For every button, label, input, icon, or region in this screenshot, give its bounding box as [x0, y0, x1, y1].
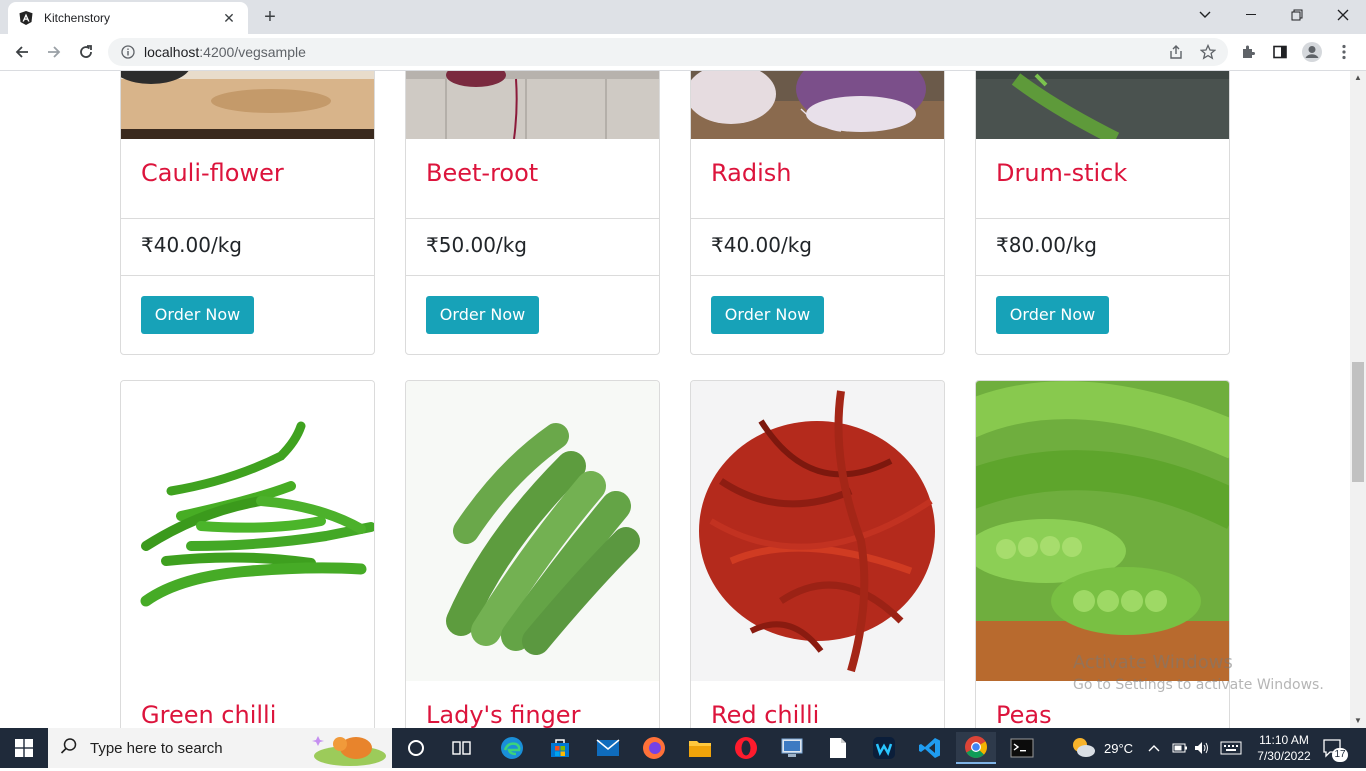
product-card: Lady's finger — [405, 380, 660, 728]
ladys-finger-image — [406, 381, 659, 681]
address-bar[interactable]: localhost:4200/vegsample — [108, 38, 1228, 66]
chevron-up-icon[interactable] — [1148, 728, 1160, 768]
minimize-icon[interactable] — [1228, 0, 1274, 30]
order-now-button[interactable]: Order Now — [996, 296, 1109, 334]
firefox-icon[interactable] — [634, 732, 674, 764]
search-icon — [60, 737, 78, 760]
product-name: Radish — [711, 159, 792, 187]
product-card: Drum-stick ₹80.00/kg Order Now — [975, 71, 1230, 355]
windows-taskbar: Type here to search 29°C 11:10 AM 7/30/2… — [0, 728, 1366, 768]
product-name: Drum-stick — [996, 159, 1128, 187]
notification-center-icon[interactable]: 17 — [1322, 728, 1348, 768]
chrome-icon[interactable] — [956, 732, 996, 764]
mail-icon[interactable] — [588, 732, 628, 764]
red-chilli-image — [691, 381, 944, 681]
reload-icon[interactable] — [72, 38, 100, 66]
side-panel-icon[interactable] — [1268, 40, 1292, 64]
bookmark-star-icon[interactable] — [1196, 40, 1220, 64]
new-tab-icon[interactable]: + — [258, 6, 282, 28]
product-name: Cauli-flower — [141, 159, 284, 187]
share-icon[interactable] — [1164, 40, 1188, 64]
watermark-title: Activate Windows — [1073, 652, 1233, 673]
cauliflower-image — [121, 71, 374, 139]
scrollbar-thumb[interactable] — [1352, 362, 1364, 482]
volume-icon[interactable] — [1194, 728, 1210, 768]
close-window-icon[interactable] — [1320, 0, 1366, 30]
extensions-icon[interactable] — [1236, 40, 1260, 64]
weather-temp: 29°C — [1104, 740, 1134, 756]
clock[interactable]: 11:10 AM 7/30/2022 — [1252, 728, 1316, 768]
edge-icon[interactable] — [492, 732, 532, 764]
battery-icon[interactable] — [1172, 728, 1188, 768]
opera-icon[interactable] — [726, 732, 766, 764]
browser-tab[interactable]: Kitchenstory ✕ — [8, 2, 248, 34]
product-price: ₹40.00/kg — [691, 219, 944, 276]
weather-widget[interactable]: 29°C — [1070, 728, 1133, 768]
notification-count: 17 — [1332, 748, 1348, 762]
webex-icon[interactable] — [864, 732, 904, 764]
menu-kebab-icon[interactable] — [1332, 40, 1356, 64]
clock-time: 11:10 AM — [1259, 733, 1309, 747]
keyboard-icon[interactable] — [1220, 728, 1242, 768]
order-now-button[interactable]: Order Now — [711, 296, 824, 334]
weather-icon — [1070, 736, 1096, 761]
product-name: Beet-root — [426, 159, 539, 187]
product-card: Green chilli — [120, 380, 375, 728]
taskbar-search-box[interactable]: Type here to search — [48, 728, 392, 768]
activate-windows-watermark: Activate Windows Go to Settings to activ… — [1073, 652, 1324, 693]
back-icon[interactable] — [8, 38, 36, 66]
radish-image — [691, 71, 944, 139]
order-now-button[interactable]: Order Now — [141, 296, 254, 334]
scroll-down-icon[interactable]: ▼ — [1350, 714, 1366, 728]
tab-title: Kitchenstory — [44, 11, 111, 25]
product-card: Red chilli — [690, 380, 945, 728]
forward-icon[interactable] — [40, 38, 68, 66]
search-highlight-icon — [310, 730, 388, 771]
browser-toolbar: localhost:4200/vegsample — [0, 34, 1366, 71]
product-name: Lady's finger — [426, 701, 581, 728]
notepad-icon[interactable] — [818, 732, 858, 764]
peas-image — [976, 381, 1229, 681]
product-name: Green chilli — [141, 701, 277, 728]
product-name: Peas — [996, 701, 1052, 728]
product-name: Red chilli — [711, 701, 820, 728]
browser-tabstrip: Kitchenstory ✕ + — [0, 0, 1366, 34]
angular-icon — [18, 10, 34, 26]
watermark-subtitle: Go to Settings to activate Windows. — [1073, 677, 1324, 693]
scroll-up-icon[interactable]: ▲ — [1350, 71, 1366, 85]
remote-desktop-icon[interactable] — [772, 732, 812, 764]
product-price: ₹40.00/kg — [121, 219, 374, 276]
tab-close-icon[interactable]: ✕ — [220, 10, 238, 27]
tab-search-icon[interactable] — [1182, 0, 1228, 30]
cortana-icon[interactable] — [396, 732, 436, 764]
product-card: Radish ₹40.00/kg Order Now — [690, 71, 945, 355]
product-price: ₹50.00/kg — [406, 219, 659, 276]
page-scrollbar[interactable]: ▲ ▼ — [1350, 71, 1366, 728]
beetroot-image — [406, 71, 659, 139]
store-icon[interactable] — [540, 732, 580, 764]
product-price: ₹80.00/kg — [976, 219, 1229, 276]
clock-date: 7/30/2022 — [1257, 749, 1311, 763]
green-chilli-image — [121, 381, 374, 681]
site-info-icon[interactable] — [120, 44, 136, 60]
windows-start-icon[interactable] — [0, 728, 48, 768]
product-card: Cauli-flower ₹40.00/kg Order Now — [120, 71, 375, 355]
vscode-icon[interactable] — [910, 732, 950, 764]
search-placeholder: Type here to search — [90, 739, 223, 757]
profile-avatar-icon[interactable] — [1300, 40, 1324, 64]
drumstick-image — [976, 71, 1229, 139]
file-explorer-icon[interactable] — [680, 732, 720, 764]
page-viewport: Cauli-flower ₹40.00/kg Order Now Beet-ro… — [0, 71, 1350, 728]
task-view-icon[interactable] — [442, 732, 482, 764]
restore-icon[interactable] — [1274, 0, 1320, 30]
order-now-button[interactable]: Order Now — [426, 296, 539, 334]
url-text: localhost:4200/vegsample — [144, 44, 306, 60]
product-card: Beet-root ₹50.00/kg Order Now — [405, 71, 660, 355]
terminal-icon[interactable] — [1002, 732, 1042, 764]
